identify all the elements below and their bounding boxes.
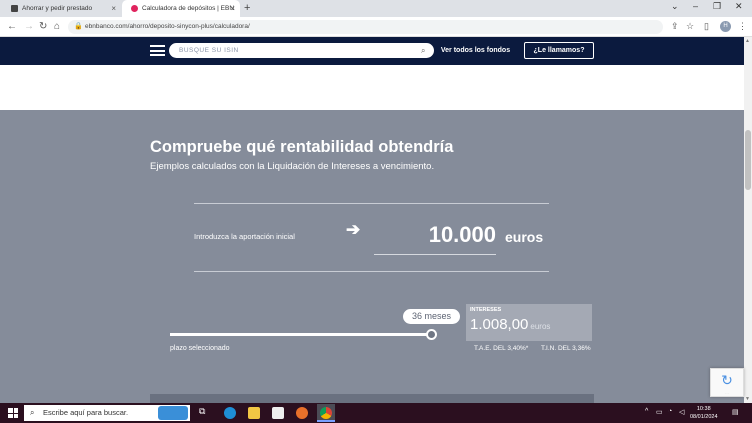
divider: [194, 203, 549, 204]
view-all-funds-button[interactable]: Ver todos los fondos: [437, 42, 514, 59]
page-scrollbar[interactable]: [744, 37, 752, 403]
ebn-favicon-icon: [131, 5, 138, 12]
forward-icon[interactable]: →: [24, 21, 34, 32]
clock-time: 10:38: [696, 406, 711, 412]
divider: [194, 271, 549, 272]
file-explorer-icon[interactable]: [248, 407, 260, 419]
address-toolbar: ← → ↻ ⌂ 🔒 ebnbanco.com/ahorro/deposito-s…: [0, 17, 752, 37]
close-icon[interactable]: ×: [111, 4, 116, 13]
system-clock[interactable]: 10:38 08/01/2024: [690, 405, 718, 421]
minimize-icon[interactable]: –: [693, 1, 698, 11]
page-spacer: [0, 65, 744, 110]
url-text: ebnbanco.com/ahorro/deposito-sinycon-plu…: [85, 23, 250, 30]
tab-title: Ahorrar y pedir prestado: [22, 5, 93, 12]
amount-underline: [374, 254, 496, 255]
term-slider-handle[interactable]: [426, 329, 437, 340]
tray-chevron-icon[interactable]: ^: [645, 408, 648, 415]
task-view-icon[interactable]: ⧉: [199, 406, 205, 417]
home-icon[interactable]: ⌂: [54, 21, 60, 32]
taskbar-search-placeholder: Escribe aquí para buscar.: [43, 408, 129, 417]
windows-start-icon[interactable]: [8, 408, 18, 418]
search-placeholder: BUSQUE SU ISIN: [179, 47, 239, 54]
edge-icon[interactable]: [224, 407, 236, 419]
windows-taskbar: ⌕ Escribe aquí para buscar. ⧉ ^ ▭ ◔ ◁ 10…: [0, 403, 752, 423]
interest-label: INTERESES: [470, 307, 502, 313]
calculator-subtitle: Ejemplos calculados con la Liquidación d…: [150, 161, 435, 172]
recaptcha-icon: ↻: [721, 372, 733, 388]
firefox-icon[interactable]: [296, 407, 308, 419]
recaptcha-fineprint: · · ·: [724, 391, 730, 395]
recaptcha-badge[interactable]: ↻ · · ·: [710, 368, 744, 397]
isin-search-input[interactable]: BUSQUE SU ISIN ⌕: [169, 43, 434, 58]
tab-ahorrar[interactable]: Ahorrar y pedir prestado ×: [2, 0, 121, 17]
new-tab-icon[interactable]: +: [244, 2, 250, 14]
currency-label: euros: [505, 229, 544, 245]
volume-icon[interactable]: ◁: [679, 408, 684, 416]
url-bar[interactable]: 🔒 ebnbanco.com/ahorro/deposito-sinycon-p…: [68, 20, 663, 34]
browser-tab-strip: Ahorrar y pedir prestado × Calculadora d…: [0, 0, 752, 17]
calculator-title: Compruebe qué rentabilidad obtendría: [150, 138, 454, 156]
menu-icon[interactable]: ⋮: [738, 21, 747, 32]
interest-amount: 1.008,00: [470, 316, 529, 333]
wifi-icon[interactable]: ◔: [668, 408, 672, 415]
interest-value: 1.008,00 euros: [470, 316, 550, 333]
network-icon[interactable]: ▭: [656, 408, 663, 416]
initial-amount-input[interactable]: 10.000: [374, 222, 496, 248]
term-slider-track[interactable]: [170, 333, 432, 336]
scrollbar-thumb[interactable]: [745, 130, 751, 190]
site-header: BUSQUE SU ISIN ⌕ Ver todos los fondos ¿L…: [0, 37, 744, 65]
call-me-button[interactable]: ¿Le llamamos?: [524, 42, 594, 59]
search-icon: ⌕: [30, 408, 35, 417]
tab-calculadora[interactable]: Calculadora de depósitos | EBN ×: [122, 0, 240, 17]
tae-rate: T.A.E. DEL 3,40%*: [474, 345, 529, 352]
page-icon: [11, 5, 18, 12]
sidepanel-icon[interactable]: ▯: [704, 21, 709, 32]
tin-rate: T.I.N. DEL 3,36%: [541, 345, 591, 352]
clock-date: 08/01/2024: [690, 414, 718, 420]
lock-icon: 🔒: [74, 23, 83, 30]
term-label: plazo seleccionado: [170, 345, 230, 352]
window-close-icon[interactable]: ✕: [735, 1, 743, 12]
tab-title: Calculadora de depósitos | EBN: [142, 5, 235, 12]
chevron-down-icon[interactable]: ⌄: [671, 1, 679, 12]
restore-icon[interactable]: ❐: [713, 1, 721, 12]
arrow-right-icon: ➔: [346, 220, 361, 239]
news-widget-icon[interactable]: [158, 406, 188, 420]
scroll-up-icon[interactable]: ▲: [745, 38, 750, 44]
notifications-icon[interactable]: ▤: [732, 408, 739, 416]
reload-icon[interactable]: ↻: [39, 21, 47, 32]
interest-result-box: INTERESES 1.008,00 euros: [466, 304, 592, 341]
search-icon[interactable]: ⌕: [421, 43, 426, 58]
back-icon[interactable]: ←: [7, 21, 17, 32]
profile-avatar[interactable]: H: [720, 21, 731, 32]
star-icon[interactable]: ☆: [686, 21, 694, 32]
hamburger-menu-icon[interactable]: [150, 45, 165, 56]
store-icon[interactable]: [272, 407, 284, 419]
close-icon[interactable]: ×: [230, 4, 235, 13]
chrome-icon: [320, 407, 332, 419]
results-card: [150, 394, 594, 403]
term-value-bubble: 36 meses: [403, 309, 460, 324]
scroll-down-icon[interactable]: ▼: [745, 396, 750, 402]
share-icon[interactable]: ⇪: [671, 21, 679, 32]
initial-amount-label: Introduzca la aportación inicial: [194, 232, 295, 241]
interest-unit: euros: [530, 322, 551, 331]
